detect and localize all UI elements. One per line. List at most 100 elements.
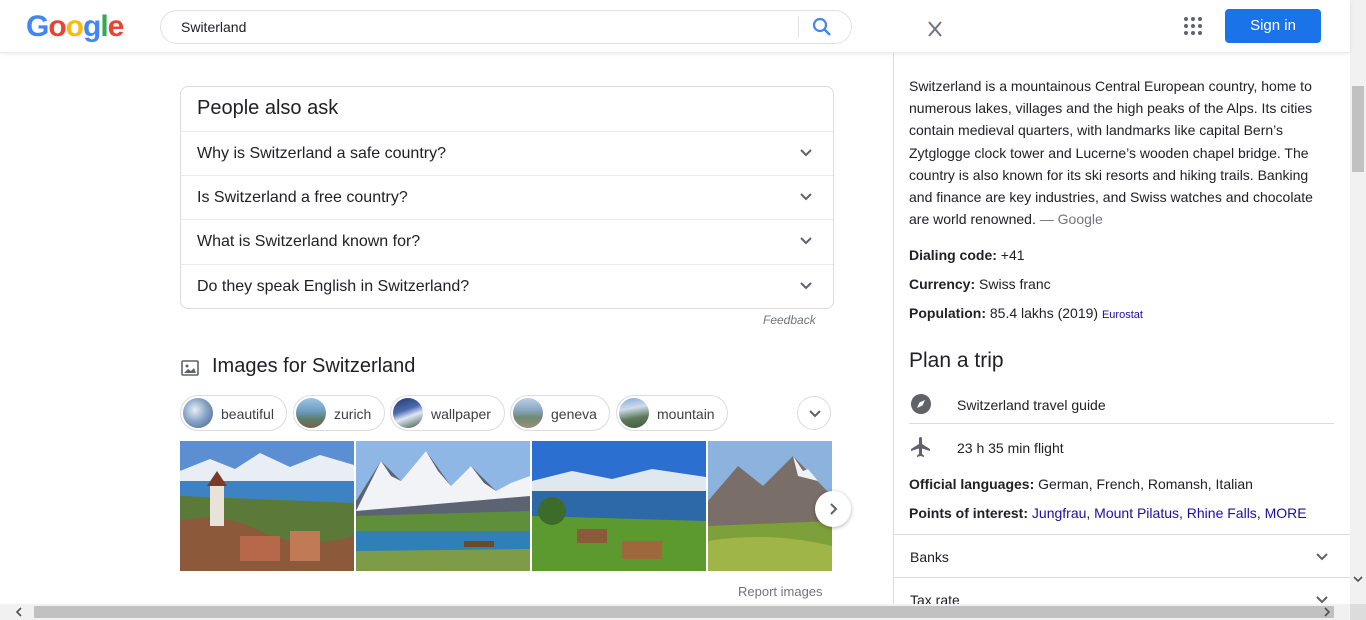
vertical-scrollbar[interactable] (1350, 0, 1366, 604)
chevron-right-icon (830, 503, 838, 515)
chevron-down-icon (1316, 553, 1328, 561)
fact-value: German, French, Romansh, Italian (1038, 476, 1253, 492)
people-also-ask-title: People also ask (197, 97, 339, 119)
fact-value[interactable]: Swiss franc (979, 276, 1051, 292)
image-result[interactable] (708, 441, 832, 571)
next-images-button[interactable] (815, 491, 851, 527)
people-also-ask: People also ask Why is Switzerland a saf… (180, 86, 834, 309)
vertical-scroll-thumb[interactable] (1352, 86, 1364, 172)
horizontal-scroll-thumb[interactable] (34, 606, 1334, 618)
knowledge-panel: Switzerland is a mountainous Central Eur… (893, 53, 1351, 620)
poi-more-link[interactable]: MORE (1265, 505, 1307, 521)
poi-link[interactable]: Mount Pilatus (1094, 505, 1179, 521)
logo-letter-g2: g (83, 10, 101, 43)
image-result[interactable] (180, 441, 354, 571)
scroll-left-arrow-icon[interactable] (14, 607, 24, 617)
sign-in-button[interactable]: Sign in (1225, 9, 1321, 43)
poi-link[interactable]: Jungfrau (1032, 505, 1086, 521)
flight-info-link[interactable]: 23 h 35 min flight (909, 429, 1334, 467)
fact-population: Population: 85.4 lakhs (2019) Eurostat (909, 305, 1143, 321)
fact-languages: Official languages: German, French, Roma… (909, 476, 1253, 492)
fact-label[interactable]: Population: (909, 305, 986, 321)
plan-trip-title: Plan a trip (909, 349, 1004, 372)
fact-value: 85.4 lakhs (2019) (989, 305, 1099, 321)
chip-label: wallpaper (431, 406, 491, 422)
fact-label[interactable]: Official languages: (909, 476, 1034, 492)
image-icon (181, 360, 199, 376)
paa-question-text: What is Switzerland known for? (197, 233, 421, 250)
fact-dialing-code: Dialing code: +41 (909, 247, 1025, 263)
chip-label: zurich (334, 406, 372, 422)
airplane-icon (911, 437, 930, 457)
apps-grid-icon[interactable] (1183, 16, 1203, 36)
paa-question[interactable]: Do they speak English in Switzerland? (181, 264, 833, 308)
thun-castle-photo (180, 441, 354, 571)
chevron-down-icon (800, 149, 812, 157)
fact-label[interactable]: Currency: (909, 276, 975, 292)
kp-description-text: Switzerland is a mountainous Central Eur… (909, 78, 1313, 228)
more-chips-button[interactable] (797, 396, 831, 430)
logo-letter-e: e (107, 10, 125, 43)
kp-description-source[interactable]: — Google (1040, 211, 1103, 227)
chevron-down-icon (800, 237, 812, 245)
chevron-down-icon (800, 193, 812, 201)
image-chip-wallpaper[interactable]: wallpaper (390, 395, 505, 431)
kp-description: Switzerland is a mountainous Central Eur… (909, 75, 1329, 230)
population-source-link[interactable]: Eurostat (1102, 309, 1143, 321)
logo-letter-o2: o (65, 10, 84, 43)
image-chip-mountain[interactable]: mountain (616, 395, 728, 431)
trip-item-label: Switzerland travel guide (957, 397, 1106, 413)
trip-item-label: 23 h 35 min flight (957, 440, 1064, 456)
compass-icon (911, 394, 931, 414)
paa-question[interactable]: What is Switzerland known for? (181, 219, 833, 263)
image-result[interactable] (532, 441, 706, 571)
paa-question[interactable]: Why is Switzerland a safe country? (181, 131, 833, 175)
chip-thumbnail (183, 398, 213, 428)
search-icon[interactable] (810, 16, 834, 38)
fact-label[interactable]: Points of interest: (909, 505, 1028, 521)
fact-label[interactable]: Dialing code: (909, 247, 997, 263)
horizontal-scrollbar[interactable] (0, 604, 1350, 620)
chip-label: geneva (551, 406, 597, 422)
lake-village-photo (532, 441, 706, 571)
paa-question-text: Do they speak English in Switzerland? (197, 278, 470, 295)
logo-letter-o1: o (48, 10, 66, 43)
image-chip-beautiful[interactable]: beautiful (180, 395, 287, 431)
mountain-valley-photo (708, 441, 832, 571)
chip-label: mountain (657, 406, 715, 422)
scroll-right-arrow-icon[interactable] (1322, 607, 1332, 617)
close-icon[interactable] (923, 20, 947, 38)
alpine-lake-photo (356, 441, 530, 571)
chip-thumbnail (513, 398, 543, 428)
paa-question-text: Why is Switzerland a safe country? (197, 145, 446, 162)
trip-divider (909, 423, 1334, 424)
paa-question[interactable]: Is Switzerland a free country? (181, 175, 833, 219)
search-results-page: Google Switerland Sign in People also as… (0, 0, 1366, 620)
logo-letter-l: l (100, 10, 108, 43)
scrollbar-corner (1350, 604, 1366, 620)
scroll-down-arrow-icon[interactable] (1353, 574, 1363, 584)
chevron-down-icon (809, 410, 821, 418)
poi-link[interactable]: Rhine Falls (1187, 505, 1257, 521)
accordion-label: Banks (910, 549, 949, 565)
search-input[interactable]: Switerland (181, 19, 246, 35)
google-logo[interactable]: Google (26, 10, 125, 44)
paa-question-text: Is Switzerland a free country? (197, 189, 408, 206)
images-section-title: Images for Switzerland (212, 355, 416, 377)
chevron-down-icon (800, 282, 812, 290)
feedback-link[interactable]: Feedback (763, 313, 816, 327)
search-box[interactable]: Switerland (160, 10, 942, 44)
logo-letter-g: G (26, 10, 49, 43)
accordion-banks[interactable]: Banks (894, 534, 1351, 577)
chip-thumbnail (296, 398, 326, 428)
report-images-link[interactable]: Report images (738, 584, 823, 599)
search-divider (798, 16, 799, 38)
image-result[interactable] (356, 441, 530, 571)
image-chip-geneva[interactable]: geneva (510, 395, 610, 431)
image-chip-zurich[interactable]: zurich (293, 395, 385, 431)
fact-value: +41 (1000, 247, 1025, 263)
travel-guide-link[interactable]: Switzerland travel guide (909, 386, 1334, 424)
chip-label: beautiful (221, 406, 274, 422)
chip-thumbnail (619, 398, 649, 428)
fact-points-of-interest: Points of interest: Jungfrau, Mount Pila… (909, 505, 1307, 521)
